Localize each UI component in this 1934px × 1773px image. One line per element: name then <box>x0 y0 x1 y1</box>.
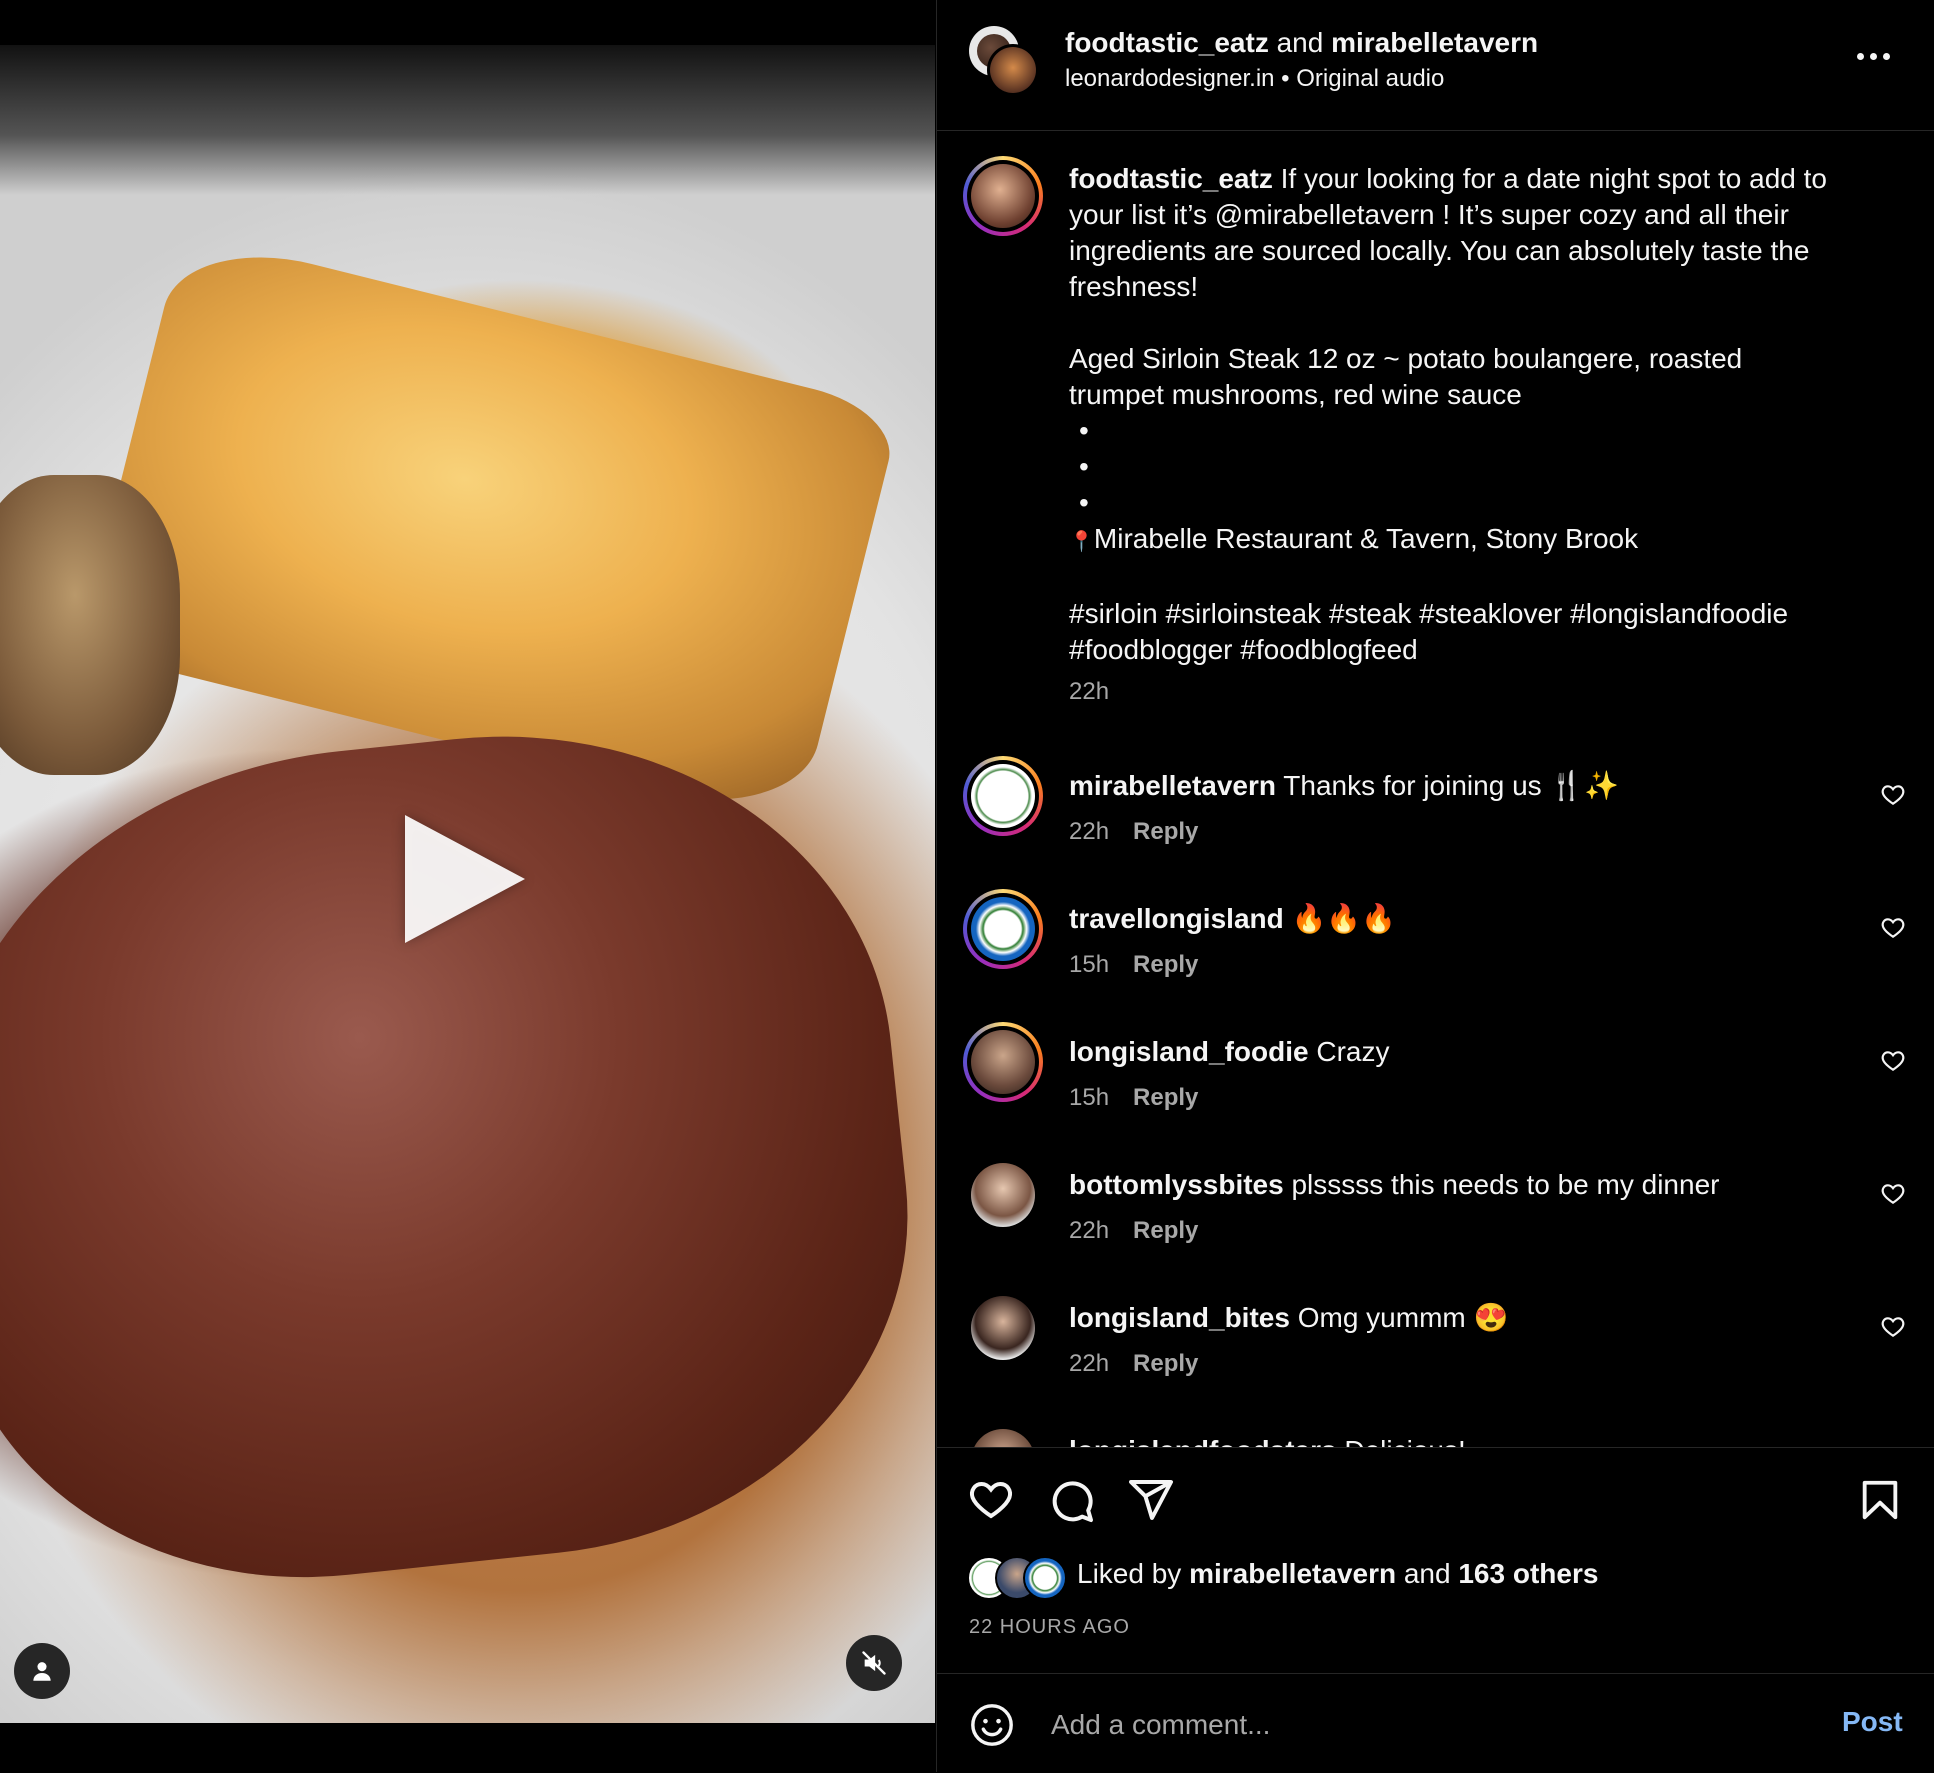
post-timestamp[interactable]: 22 HOURS AGO <box>969 1616 1130 1639</box>
caption-avatar[interactable] <box>963 156 1043 236</box>
authors-joiner: and <box>1276 27 1324 58</box>
caption-dot: • <box>1079 415 1089 446</box>
post-header: foodtastic_eatz and mirabelletavern leon… <box>937 0 1934 131</box>
reply-button[interactable]: Reply <box>1133 1217 1198 1245</box>
comment-like-heart-icon[interactable] <box>1880 1048 1906 1074</box>
separator-dot: • <box>1281 65 1290 92</box>
liked-by-text: Liked by mirabelletavern and 163 others <box>1077 1556 1598 1592</box>
comment-like-heart-icon[interactable] <box>1880 782 1906 808</box>
author-username[interactable]: foodtastic_eatz <box>1065 27 1269 58</box>
muted-speaker-icon <box>862 1651 886 1675</box>
location-pin-icon: 📍 <box>1069 531 1094 553</box>
comment-text: Thanks for joining us 🍴✨ <box>1283 770 1620 801</box>
more-options-button[interactable] <box>1857 44 1897 68</box>
mushroom-image <box>0 475 180 775</box>
liked-by-user[interactable]: mirabelletavern <box>1189 1558 1396 1589</box>
comment-username[interactable]: longisland_bites <box>1069 1302 1290 1333</box>
person-icon <box>33 1662 51 1681</box>
comment-avatar[interactable] <box>971 1296 1035 1360</box>
comment-avatar[interactable] <box>963 756 1043 836</box>
play-icon[interactable] <box>405 815 525 943</box>
reply-button[interactable]: Reply <box>1133 1350 1198 1378</box>
caption-hashtags[interactable]: #sirloin #sirloinsteak #steak #steaklove… <box>1069 596 1829 668</box>
audio-info: leonardodesigner.in • Original audio <box>1065 64 1444 94</box>
comment-like-heart-icon[interactable] <box>1880 1181 1906 1207</box>
heart-icon[interactable] <box>967 1476 1015 1524</box>
smiley-icon[interactable] <box>969 1702 1015 1748</box>
comment-text: plsssss this needs to be my dinner <box>1291 1169 1720 1200</box>
comment-username[interactable]: bottomlyssbites <box>1069 1169 1284 1200</box>
post-authors: foodtastic_eatz and mirabelletavern <box>1065 26 1538 60</box>
comment-username[interactable]: mirabelletavern <box>1069 770 1276 801</box>
caption-username[interactable]: foodtastic_eatz <box>1069 163 1273 194</box>
ellipsis-icon <box>1857 52 1864 60</box>
mute-button[interactable] <box>846 1635 902 1691</box>
audio-source[interactable]: leonardodesigner.in <box>1065 65 1275 92</box>
post-details-panel: foodtastic_eatz and mirabelletavern leon… <box>936 0 1934 1772</box>
comment-like-heart-icon[interactable] <box>1880 915 1906 941</box>
comment-username[interactable]: longisland_foodie <box>1069 1036 1309 1067</box>
comment-username[interactable]: longislandfoodstars <box>1069 1435 1337 1447</box>
liked-by-others[interactable]: 163 others <box>1458 1558 1598 1589</box>
post-media <box>0 0 935 1772</box>
comment-time: 22h <box>1069 818 1110 845</box>
post-actions: Liked by mirabelletavern and 163 others … <box>937 1447 1934 1673</box>
bookmark-icon[interactable] <box>1857 1476 1903 1524</box>
liked-by-joiner: and <box>1403 1558 1451 1589</box>
caption-dot: • <box>1079 451 1089 482</box>
tagged-people-button[interactable] <box>14 1643 70 1699</box>
comment-composer: Post <box>937 1673 1934 1773</box>
comment-avatar[interactable] <box>971 1429 1035 1447</box>
comment-username[interactable]: travellongisland <box>1069 903 1284 934</box>
post-comment-button[interactable]: Post <box>1842 1706 1903 1738</box>
comment-avatar[interactable] <box>963 1022 1043 1102</box>
reply-button[interactable]: Reply <box>1133 1084 1198 1112</box>
comment-text: Crazy <box>1316 1036 1390 1067</box>
comment-time: 15h <box>1069 951 1110 978</box>
comment-avatar[interactable] <box>971 1163 1035 1227</box>
original-audio-link[interactable]: Original audio <box>1296 65 1444 92</box>
liked-by-prefix: Liked by <box>1077 1558 1182 1589</box>
comments-list[interactable]: foodtastic_eatz If your looking for a da… <box>937 131 1934 1447</box>
comment-like-heart-icon[interactable] <box>1880 1314 1906 1340</box>
reply-button[interactable]: Reply <box>1133 818 1198 846</box>
reply-button[interactable]: Reply <box>1133 951 1198 979</box>
caption-time: 22h <box>1069 678 1110 705</box>
liker-avatar <box>1023 1556 1067 1600</box>
collaborator-username[interactable]: mirabelletavern <box>1331 27 1538 58</box>
comment-text: Delicious! <box>1344 1435 1465 1447</box>
comment-time: 15h <box>1069 1084 1110 1111</box>
comment-input[interactable] <box>1049 1702 1753 1748</box>
caption-dot: • <box>1079 487 1089 518</box>
collaborator-avatar[interactable] <box>987 44 1039 96</box>
caption-text: foodtastic_eatz If your looking for a da… <box>1069 161 1829 710</box>
comment-text: Omg yummm 😍 <box>1297 1302 1509 1333</box>
comment-time: 22h <box>1069 1350 1110 1377</box>
comment-avatar[interactable] <box>963 889 1043 969</box>
speech-bubble-icon[interactable] <box>1047 1476 1095 1524</box>
caption-paragraph-2: Aged Sirloin Steak 12 oz ~ potato boulan… <box>1069 343 1743 410</box>
caption-location: Mirabelle Restaurant & Tavern, Stony Bro… <box>1093 523 1639 554</box>
liked-by-avatars[interactable] <box>967 1556 1077 1600</box>
comment-time: 22h <box>1069 1217 1110 1244</box>
comment-text: 🔥🔥🔥 <box>1291 903 1397 934</box>
paper-plane-icon[interactable] <box>1127 1476 1175 1524</box>
